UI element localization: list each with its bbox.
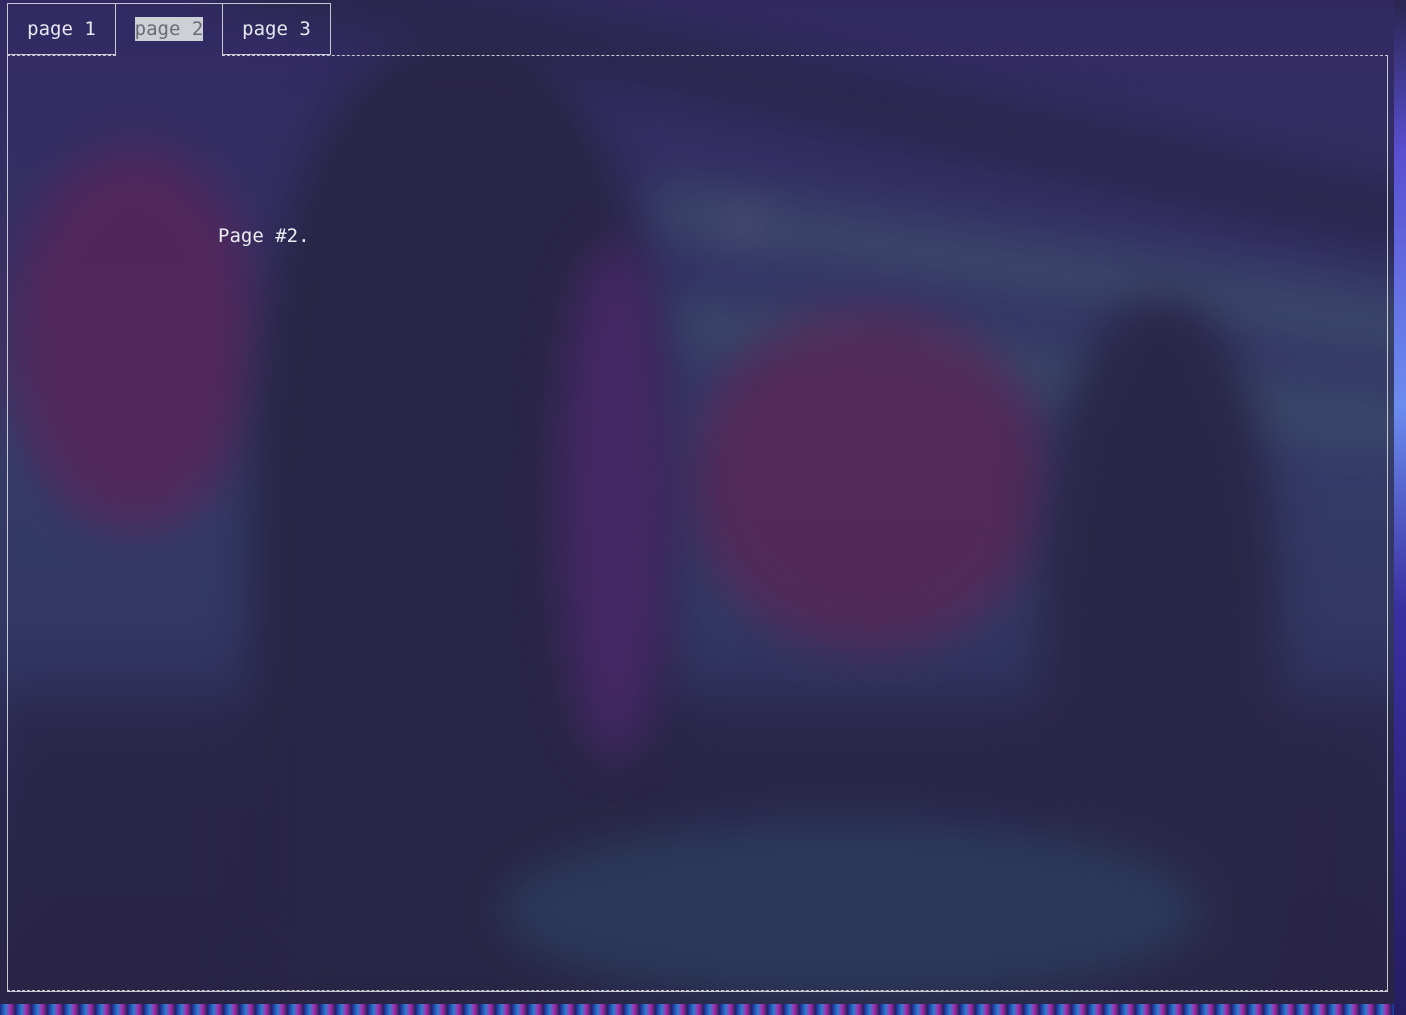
wallpaper-bottom-strip bbox=[0, 1004, 1406, 1015]
tab-window: page 1 page 2 page 3 Page #2. bbox=[0, 0, 1394, 1004]
panel-top-border-right bbox=[222, 55, 1388, 56]
page-content-text: Page #2. bbox=[218, 225, 310, 247]
tab-content-panel bbox=[7, 55, 1388, 992]
tab-page-1-label: page 1 bbox=[27, 18, 96, 40]
tab-page-2-label: page 2 bbox=[134, 17, 204, 41]
tab-page-3-label: page 3 bbox=[242, 18, 311, 40]
panel-top-border-left bbox=[7, 55, 116, 56]
tab-page-3[interactable]: page 3 bbox=[222, 3, 331, 55]
tab-page-2[interactable]: page 2 bbox=[115, 3, 223, 56]
tab-page-1[interactable]: page 1 bbox=[7, 3, 116, 55]
panel-bottom-border bbox=[7, 990, 1388, 991]
wallpaper-right-strip bbox=[1394, 0, 1406, 1015]
